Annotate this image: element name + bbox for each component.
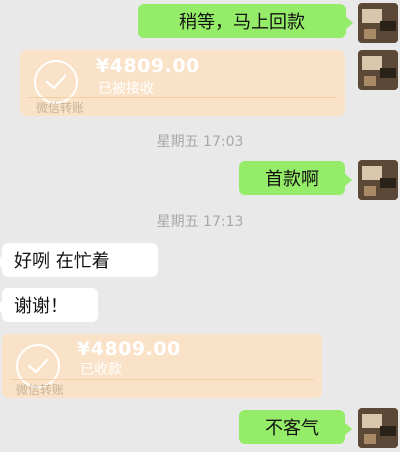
- transfer-status: 已被接收: [98, 81, 154, 97]
- avatar[interactable]: [358, 160, 398, 200]
- message-bubble-sent[interactable]: 首款啊: [239, 161, 352, 195]
- avatar[interactable]: [358, 50, 398, 90]
- message-text: 好咧 在忙着: [14, 251, 110, 272]
- message-bubble-sent[interactable]: 不客气: [239, 410, 352, 444]
- avatar-image: [358, 3, 398, 43]
- avatar-image: [358, 408, 398, 448]
- transfer-status: 已收款: [80, 362, 122, 378]
- avatar[interactable]: [358, 408, 398, 448]
- message-bubble-received[interactable]: 谢谢！: [0, 288, 98, 322]
- divider: [28, 97, 337, 98]
- transfer-card[interactable]: ¥4809.00 已收款 微信转账: [2, 334, 322, 398]
- divider: [10, 379, 314, 380]
- message-bubble-sent[interactable]: 稍等，马上回款: [138, 4, 353, 38]
- transfer-card[interactable]: ¥4809.00 已被接收 微信转账: [20, 50, 345, 116]
- transfer-amount: ¥4809.00: [77, 338, 181, 360]
- message-text: 谢谢！: [14, 296, 68, 317]
- avatar-image: [358, 160, 398, 200]
- transfer-footer: 微信转账: [36, 101, 85, 115]
- avatar[interactable]: [358, 3, 398, 43]
- timestamp: 星期五 17:13: [156, 214, 244, 230]
- transfer-amount: ¥4809.00: [96, 55, 200, 77]
- message-text: 不客气: [265, 418, 319, 439]
- message-text: 稍等，马上回款: [179, 12, 305, 33]
- transfer-footer: 微信转账: [16, 383, 65, 397]
- message-bubble-received[interactable]: 好咧 在忙着: [0, 243, 158, 277]
- timestamp: 星期五 17:03: [156, 134, 244, 150]
- message-text: 首款啊: [265, 169, 319, 190]
- avatar-image: [358, 50, 398, 90]
